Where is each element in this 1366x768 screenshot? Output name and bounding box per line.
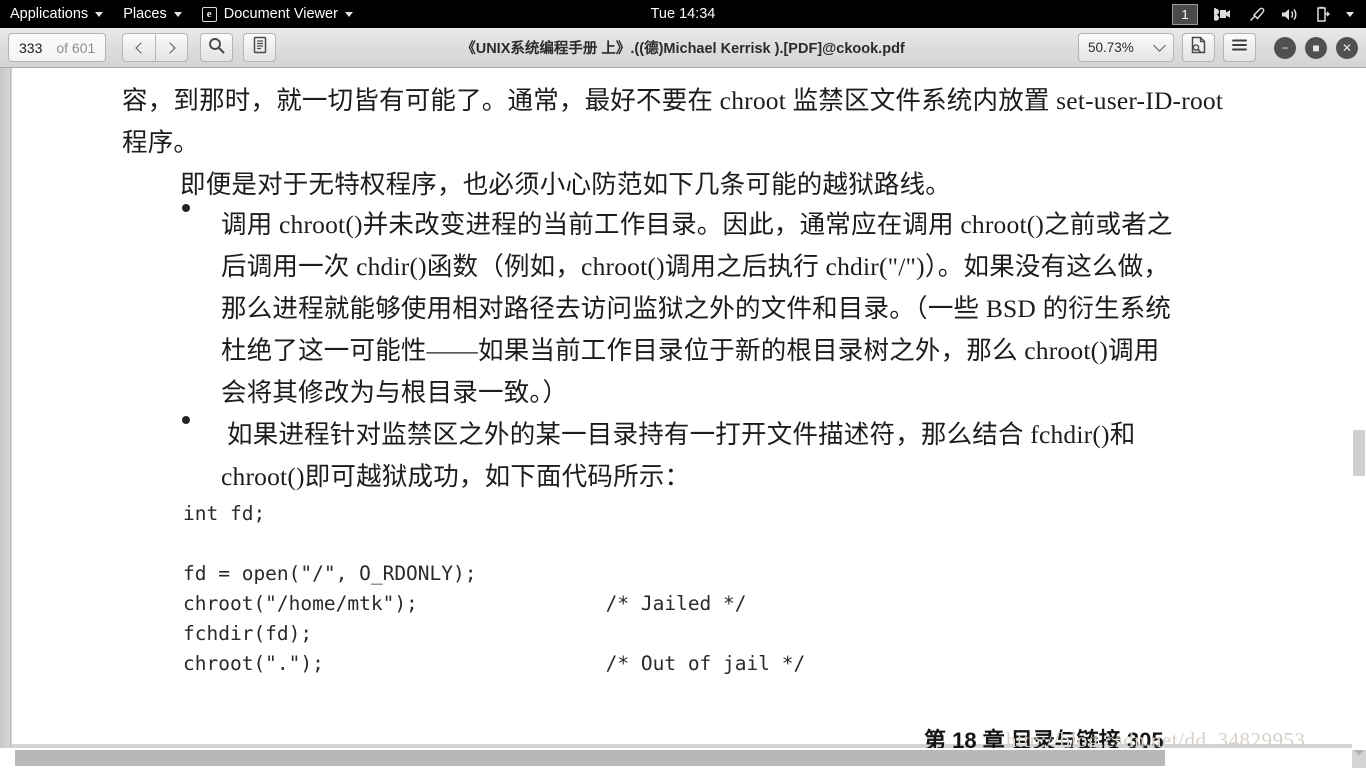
bullet-line: 会将其修改为与根目录一致。） <box>221 378 569 407</box>
window-controls: − ■ ✕ <box>1274 36 1358 59</box>
active-application-label: Document Viewer <box>223 6 338 22</box>
search-button[interactable] <box>200 33 234 62</box>
bullet-line: 后调用一次 chdir()函数（例如，chroot()调用之后执行 chdir(… <box>221 252 1170 281</box>
panel-status-area: 1 <box>1172 3 1366 25</box>
camera-icon[interactable] <box>1214 7 1232 21</box>
paragraph-line: 容，到那时，就一切皆有可能了。通常，最好不要在 chroot 监禁区文件系统内放… <box>122 86 1224 115</box>
vertical-scrollbar-thumb[interactable] <box>1353 430 1365 476</box>
chevron-down-icon <box>1153 39 1166 52</box>
volume-icon[interactable] <box>1281 7 1299 22</box>
sidebar-edge-strip <box>0 68 11 768</box>
chevron-down-icon <box>173 11 182 17</box>
bullet-line: 那么进程就能够使用相对路径去访问监狱之外的文件和目录。（一些 BSD 的衍生系统 <box>221 294 1172 323</box>
page-total-label: of 601 <box>56 39 96 56</box>
gnome-top-panel: Applications Places e Document Viewer Tu… <box>0 0 1366 28</box>
previous-page-button[interactable] <box>122 33 156 62</box>
document-outline-icon <box>252 36 268 59</box>
tool-icon[interactable] <box>1248 6 1265 23</box>
applications-menu-label: Applications <box>10 6 89 22</box>
vertical-scrollbar[interactable] <box>1352 68 1366 750</box>
page-number-input[interactable]: 333 of 601 <box>8 33 107 62</box>
code-line: fchdir(fd); <box>183 622 313 645</box>
bullet-marker <box>182 204 190 212</box>
close-button[interactable]: ✕ <box>1336 36 1358 59</box>
chevron-down-icon <box>95 11 104 17</box>
chevron-right-icon <box>164 41 176 54</box>
hamburger-menu-icon <box>1231 38 1248 57</box>
code-line: chroot("."); /* Out of jail */ <box>183 652 806 675</box>
search-icon <box>208 37 225 59</box>
chevron-left-icon <box>135 41 147 54</box>
document-viewer-toolbar: 333 of 601 《UNIX系统编程手册 上》.((德)Michael Ke… <box>0 28 1366 68</box>
minimize-button[interactable]: − <box>1274 36 1296 59</box>
code-line: chroot("/home/mtk"); /* Jailed */ <box>183 592 747 615</box>
document-viewer-icon: e <box>201 6 217 22</box>
bullet-line: 如果进程针对监禁区之外的某一目录持有一打开文件描述符，那么结合 fchdir()… <box>227 420 1136 449</box>
bullet-marker <box>182 416 190 424</box>
places-menu[interactable]: Places <box>113 0 192 28</box>
fit-page-icon <box>1190 36 1207 59</box>
maximize-button[interactable]: ■ <box>1305 36 1327 59</box>
bullet-line: 杜绝了这一可能性——如果当前工作目录位于新的根目录树之外，那么 chroot()… <box>221 336 1160 365</box>
horizontal-scrollbar-thumb[interactable] <box>15 750 1165 766</box>
page-navigation-group <box>122 33 189 62</box>
document-view[interactable]: 容，到那时，就一切皆有可能了。通常，最好不要在 chroot 监禁区文件系统内放… <box>0 68 1366 768</box>
zoom-level-select[interactable]: 50.73% <box>1078 33 1174 62</box>
fit-page-button[interactable] <box>1182 33 1215 62</box>
toolbar-right-group: 50.73% − ■ ✕ <box>1078 33 1358 62</box>
bullet-line: 调用 chroot()并未改变进程的当前工作目录。因此，通常应在调用 chroo… <box>221 210 1173 239</box>
zoom-level-value: 50.73% <box>1088 40 1134 55</box>
paragraph-line: 程序。 <box>122 128 200 157</box>
chevron-down-icon[interactable] <box>1346 11 1354 17</box>
places-menu-label: Places <box>123 6 167 22</box>
workspace-indicator[interactable]: 1 <box>1172 3 1198 25</box>
scroll-down-arrow-icon[interactable] <box>1354 750 1364 756</box>
active-application-menu[interactable]: e Document Viewer <box>192 0 363 28</box>
horizontal-scrollbar[interactable] <box>0 748 1352 768</box>
bullet-line: chroot()即可越狱成功，如下面代码所示： <box>221 462 691 491</box>
applications-menu[interactable]: Applications <box>0 0 113 28</box>
pdf-page: 容，到那时，就一切皆有可能了。通常，最好不要在 chroot 监禁区文件系统内放… <box>12 68 1354 753</box>
battery-icon[interactable] <box>1315 6 1330 23</box>
next-page-button[interactable] <box>155 33 189 62</box>
intro-line: 即便是对于无特权程序，也必须小心防范如下几条可能的越狱路线。 <box>180 170 952 199</box>
sidebar-toggle-button[interactable] <box>243 33 277 62</box>
chevron-down-icon <box>344 11 353 17</box>
code-line: int fd; <box>183 502 266 525</box>
main-menu-button[interactable] <box>1223 33 1256 62</box>
page-number-value: 333 <box>19 39 43 56</box>
code-line: fd = open("/", O_RDONLY); <box>183 562 477 585</box>
